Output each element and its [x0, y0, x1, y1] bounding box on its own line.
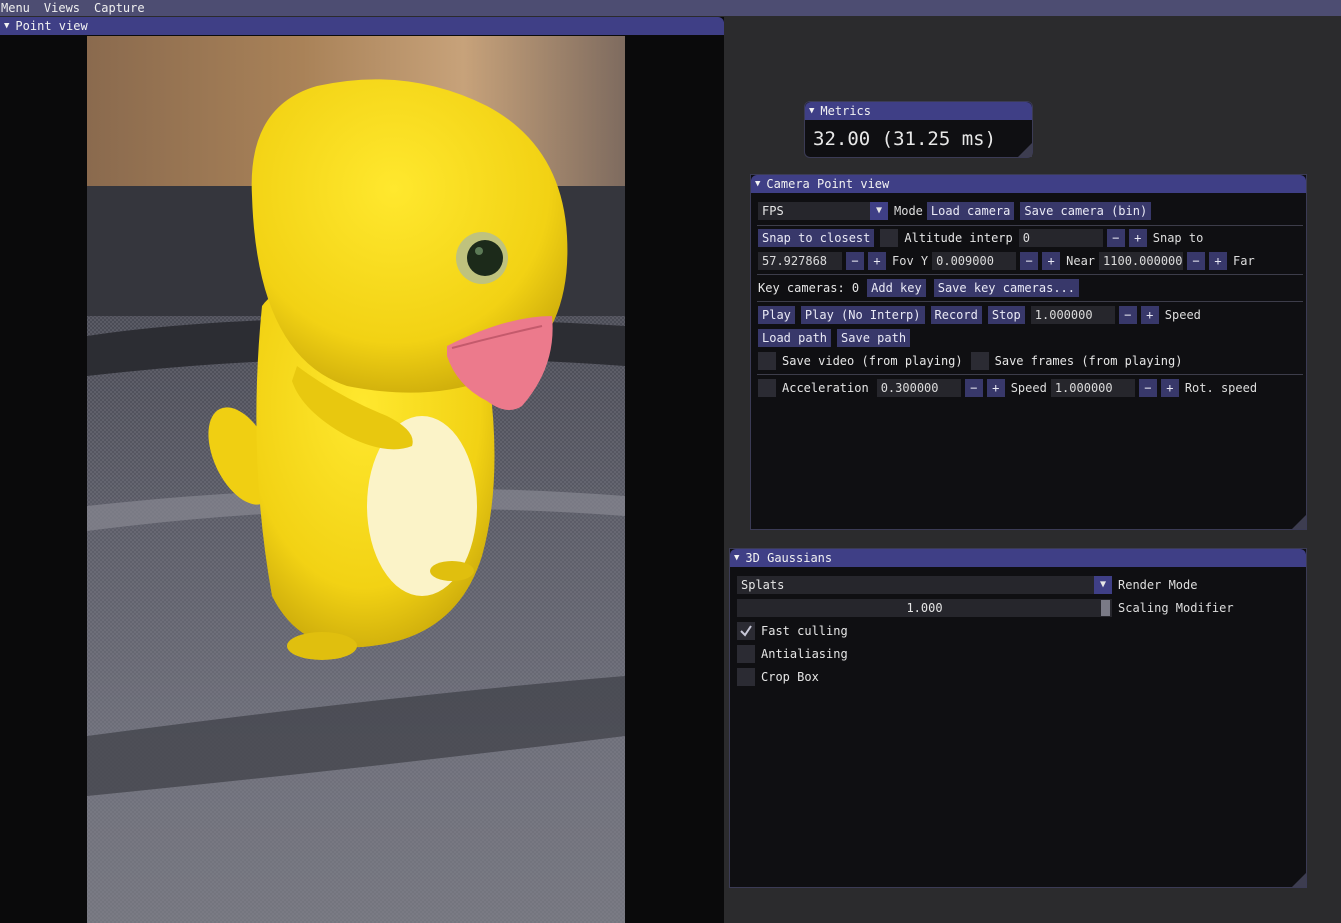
resize-grip[interactable] [1292, 515, 1306, 529]
chevron-down-icon[interactable]: ▼ [870, 202, 888, 220]
metrics-titlebar[interactable]: ▼ Metrics [805, 102, 1032, 120]
collapse-triangle-icon[interactable]: ▼ [734, 553, 739, 563]
play-button[interactable]: Play [758, 306, 795, 324]
collapse-triangle-icon[interactable]: ▼ [755, 179, 760, 189]
fov-y-input[interactable]: 57.927868 [758, 252, 842, 270]
altitude-interp-checkbox[interactable] [880, 229, 899, 247]
fov-y-decrement-button[interactable]: − [846, 252, 864, 270]
render-mode-value: Splats [741, 578, 785, 592]
separator [757, 374, 1303, 375]
save-key-cameras-button[interactable]: Save key cameras... [933, 279, 1080, 297]
snap-to-closest-button[interactable]: Snap to closest [758, 229, 875, 247]
record-button[interactable]: Record [930, 306, 982, 324]
move-speed-input[interactable]: 1.000000 [1050, 379, 1135, 397]
separator [757, 274, 1303, 275]
playback-speed-label: Speed [1164, 308, 1201, 322]
separator [757, 301, 1303, 302]
crop-box-label: Crop Box [761, 670, 819, 684]
snap-to-label: Snap to [1152, 231, 1204, 245]
far-increment-button[interactable]: + [1209, 252, 1228, 270]
metrics-window: ▼ Metrics 32.00 (31.25 ms) [804, 101, 1033, 158]
collapse-triangle-icon[interactable]: ▼ [4, 21, 9, 31]
playback-speed-input[interactable]: 1.000000 [1030, 306, 1115, 324]
acceleration-label: Acceleration [782, 381, 869, 395]
snap-to-decrement-button[interactable]: − [1106, 229, 1125, 247]
camera-titlebar[interactable]: ▼ Camera Point view [751, 175, 1306, 193]
save-video-label: Save video (from playing) [782, 354, 963, 368]
near-label: Near [1066, 254, 1096, 268]
camera-title: Camera Point view [766, 177, 890, 191]
acceleration-input[interactable]: 0.300000 [876, 379, 961, 397]
mode-label: Mode [894, 204, 923, 218]
stop-button[interactable]: Stop [987, 306, 1025, 324]
point-view-titlebar[interactable]: ▼ Point view [0, 17, 724, 35]
fps-readout: 32.00 (31.25 ms) [813, 128, 997, 150]
snap-to-input[interactable]: 0 [1018, 229, 1103, 247]
far-label: Far [1233, 254, 1255, 268]
move-speed-decrement-button[interactable]: − [1138, 379, 1157, 397]
scaling-modifier-value: 1.000 [906, 601, 943, 615]
antialiasing-checkbox[interactable] [737, 645, 755, 663]
mode-value: FPS [762, 204, 784, 218]
rendered-scene-image [87, 36, 625, 923]
move-speed-increment-button[interactable]: + [1160, 379, 1179, 397]
fov-y-label: Fov Y [892, 254, 929, 268]
add-key-button[interactable]: Add key [867, 279, 926, 297]
playback-speed-decrement-button[interactable]: − [1118, 306, 1137, 324]
antialiasing-label: Antialiasing [761, 647, 848, 661]
gaussians-titlebar[interactable]: ▼ 3D Gaussians [730, 549, 1306, 567]
scaling-modifier-slider[interactable]: 1.000 [737, 599, 1112, 617]
checkmark-icon [740, 625, 752, 637]
point-view-title: Point view [15, 19, 88, 33]
save-video-checkbox[interactable] [758, 352, 776, 370]
gaussians-title: 3D Gaussians [745, 551, 833, 565]
load-camera-button[interactable]: Load camera [926, 202, 1015, 220]
resize-grip[interactable] [1018, 143, 1032, 157]
slider-handle[interactable] [1101, 600, 1110, 616]
load-path-button[interactable]: Load path [758, 329, 832, 347]
play-no-interp-button[interactable]: Play (No Interp) [800, 306, 925, 324]
chevron-down-icon[interactable]: ▼ [1094, 576, 1112, 594]
altitude-interp-label: Altitude interp [904, 231, 1013, 245]
gaussians-window: ▼ 3D Gaussians Splats ▼ Render Mode 1.00… [729, 548, 1307, 888]
render-mode-combo[interactable]: Splats ▼ [737, 576, 1112, 594]
near-decrement-button[interactable]: − [1020, 252, 1039, 270]
acceleration-checkbox[interactable] [758, 379, 776, 397]
metrics-title: Metrics [820, 104, 871, 118]
mode-combo[interactable]: FPS ▼ [758, 202, 888, 220]
save-path-button[interactable]: Save path [837, 329, 911, 347]
playback-speed-increment-button[interactable]: + [1140, 306, 1159, 324]
rot-speed-label: Rot. speed [1184, 381, 1258, 395]
render-mode-label: Render Mode [1118, 578, 1198, 592]
key-cameras-count: Key cameras: 0 [758, 281, 860, 295]
save-frames-label: Save frames (from playing) [994, 354, 1183, 368]
scaling-modifier-label: Scaling Modifier [1118, 601, 1234, 615]
save-camera-button[interactable]: Save camera (bin) [1020, 202, 1152, 220]
acceleration-decrement-button[interactable]: − [964, 379, 983, 397]
resize-grip[interactable] [1292, 873, 1306, 887]
far-decrement-button[interactable]: − [1187, 252, 1206, 270]
menu-item-capture[interactable]: Capture [93, 0, 152, 16]
menu-item-views[interactable]: Views [43, 0, 87, 16]
menu-bar: Menu Views Capture [0, 0, 1341, 16]
move-speed-label: Speed [1010, 381, 1047, 395]
fast-culling-checkbox[interactable] [737, 622, 755, 640]
collapse-triangle-icon[interactable]: ▼ [809, 106, 814, 116]
snap-to-increment-button[interactable]: + [1128, 229, 1147, 247]
near-input[interactable]: 0.009000 [932, 252, 1017, 270]
separator [757, 225, 1303, 226]
point-view-render[interactable] [87, 36, 625, 923]
menu-item-menu[interactable]: Menu [0, 0, 37, 16]
save-frames-checkbox[interactable] [970, 352, 989, 370]
camera-window: ▼ Camera Point view FPS ▼ Mode Load came… [750, 174, 1307, 530]
fast-culling-label: Fast culling [761, 624, 848, 638]
acceleration-increment-button[interactable]: + [986, 379, 1005, 397]
fov-y-increment-button[interactable]: + [868, 252, 886, 270]
far-input[interactable]: 1100.000000 [1099, 252, 1184, 270]
near-increment-button[interactable]: + [1042, 252, 1061, 270]
crop-box-checkbox[interactable] [737, 668, 755, 686]
